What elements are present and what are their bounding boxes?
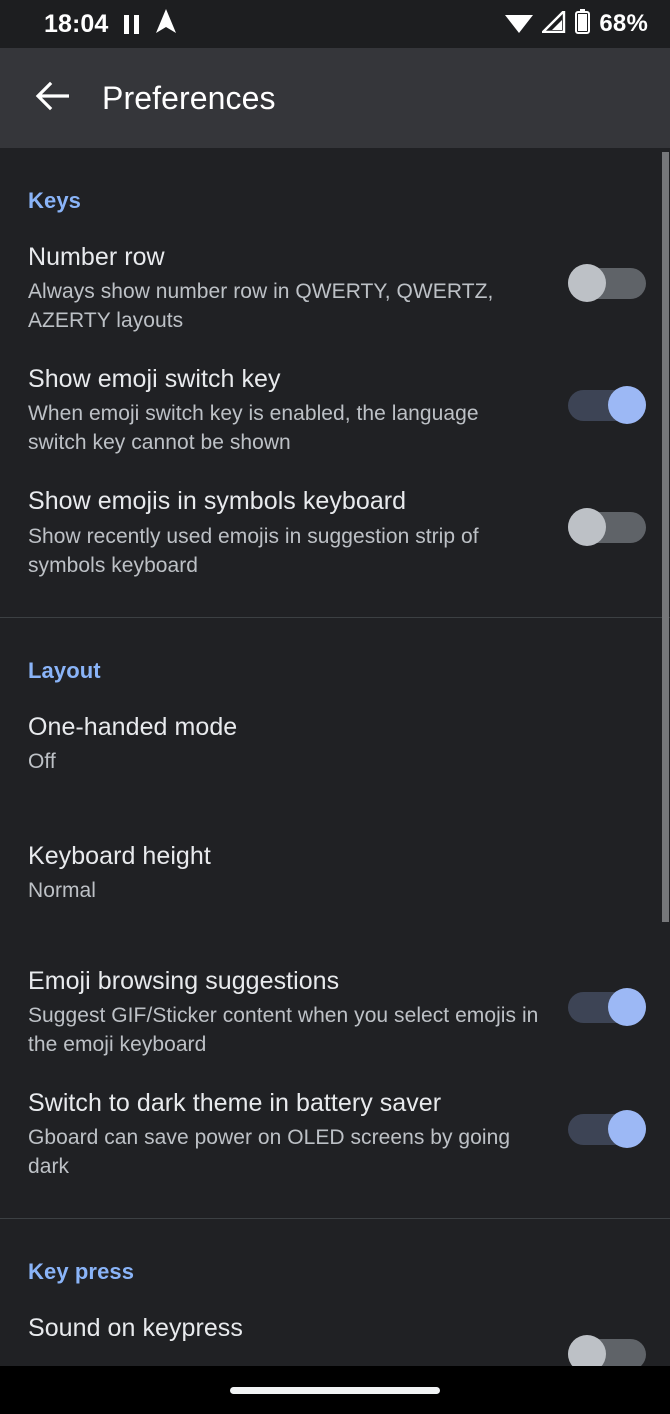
pref-summary: Show recently used emojis in suggestion … bbox=[28, 524, 479, 577]
toggle-thumb bbox=[608, 1110, 646, 1149]
pref-title: Switch to dark theme in battery saver bbox=[28, 1089, 442, 1118]
status-bar-right: 68% bbox=[505, 7, 648, 39]
pref-title: Number row bbox=[28, 243, 165, 271]
pref-text: Switch to dark theme in battery saver Gb… bbox=[28, 1088, 554, 1182]
navigation-arrow-icon bbox=[155, 9, 177, 39]
toggle-thumb bbox=[568, 264, 606, 302]
pref-summary: Suggest GIF/Sticker content when you sel… bbox=[28, 1004, 539, 1057]
pref-control bbox=[554, 1088, 646, 1149]
pref-row-show-emojis-in-symbols-keyboard[interactable]: Show emojis in symbols keyboard Show rec… bbox=[0, 458, 670, 580]
pref-text: Number row Always show number row in QWE… bbox=[28, 242, 554, 336]
toggle-show-emoji-switch-key[interactable] bbox=[568, 386, 646, 425]
pref-summary: Gboard can save power on OLED screens by… bbox=[28, 1126, 511, 1179]
toggle-thumb bbox=[608, 988, 646, 1026]
scrollbar-thumb[interactable] bbox=[662, 152, 669, 922]
phone-screen: 18:04 68% Preferences Keys Number row Al… bbox=[0, 0, 670, 1414]
pref-title: Show emojis in symbols keyboard bbox=[28, 487, 407, 516]
pref-title: Emoji browsing suggestions bbox=[28, 967, 340, 995]
wifi-icon bbox=[505, 11, 534, 38]
pref-control bbox=[554, 486, 646, 547]
page-title: Preferences bbox=[102, 79, 276, 116]
status-bar-clock: 18:04 bbox=[44, 9, 109, 38]
section-header-layout: Layout bbox=[28, 657, 101, 683]
pref-text: Show emoji switch key When emoji switch … bbox=[28, 364, 554, 458]
pref-summary: When emoji switch key is enabled, the la… bbox=[28, 402, 479, 455]
pref-control bbox=[554, 841, 646, 863]
section-header-key-press: Key press bbox=[28, 1259, 135, 1285]
battery-percent-label: 68% bbox=[599, 10, 648, 37]
arrow-back-icon bbox=[35, 81, 70, 116]
pref-row-show-emoji-switch-key[interactable]: Show emoji switch key When emoji switch … bbox=[0, 336, 670, 458]
pref-text: Show emojis in symbols keyboard Show rec… bbox=[28, 486, 554, 580]
pref-control bbox=[554, 1313, 646, 1374]
battery-icon bbox=[575, 9, 591, 39]
pref-title: One-handed mode bbox=[28, 712, 238, 741]
status-bar: 18:04 68% bbox=[0, 0, 670, 48]
toggle-thumb bbox=[608, 386, 646, 425]
pref-title: Show emoji switch key bbox=[28, 365, 281, 394]
pref-text: Sound on keypress bbox=[28, 1313, 554, 1344]
status-bar-left: 18:04 bbox=[44, 9, 177, 39]
pref-row-switch-to-dark-theme-in-battery-saver[interactable]: Switch to dark theme in battery saver Gb… bbox=[0, 1060, 670, 1182]
pref-title: Sound on keypress bbox=[28, 1314, 243, 1343]
pref-control bbox=[554, 966, 646, 1026]
section-layout: Layout One-handed mode Off Keyboard heig… bbox=[0, 618, 670, 1220]
pref-control bbox=[554, 712, 646, 734]
back-button[interactable] bbox=[28, 74, 76, 122]
toggle-show-emojis-in-symbols-keyboard[interactable] bbox=[568, 508, 646, 547]
pref-text: Emoji browsing suggestions Suggest GIF/S… bbox=[28, 966, 554, 1060]
pref-control bbox=[554, 242, 646, 302]
pref-text: One-handed mode Off bbox=[28, 712, 554, 777]
section-keys: Keys Number row Always show number row i… bbox=[0, 148, 670, 618]
pref-row-keyboard-height[interactable]: Keyboard height Normal bbox=[0, 813, 670, 906]
app-bar: Preferences bbox=[0, 48, 670, 148]
toggle-number-row[interactable] bbox=[568, 264, 646, 302]
gesture-home-pill[interactable] bbox=[230, 1386, 440, 1394]
scrollbar-track[interactable] bbox=[662, 148, 670, 1400]
toggle-emoji-browsing-suggestions[interactable] bbox=[568, 988, 646, 1026]
pref-control bbox=[554, 364, 646, 425]
pref-row-sound-on-keypress[interactable]: Sound on keypress bbox=[0, 1285, 670, 1374]
preferences-list[interactable]: Keys Number row Always show number row i… bbox=[0, 148, 670, 1400]
pref-text: Keyboard height Normal bbox=[28, 841, 554, 906]
pause-icon bbox=[124, 14, 140, 34]
section-header-keys: Keys bbox=[28, 188, 81, 213]
pref-row-number-row[interactable]: Number row Always show number row in QWE… bbox=[0, 214, 670, 336]
pref-summary: Always show number row in QWERTY, QWERTZ… bbox=[28, 280, 494, 333]
pref-row-one-handed-mode[interactable]: One-handed mode Off bbox=[0, 684, 670, 777]
pref-row-emoji-browsing-suggestions[interactable]: Emoji browsing suggestions Suggest GIF/S… bbox=[0, 938, 670, 1060]
section-key-press: Key press Sound on keypress bbox=[0, 1219, 670, 1374]
toggle-switch-to-dark-theme-in-battery-saver[interactable] bbox=[568, 1110, 646, 1149]
pref-summary: Off bbox=[28, 749, 56, 773]
pref-title: Keyboard height bbox=[28, 841, 211, 870]
navigation-bar bbox=[0, 1366, 670, 1414]
pref-summary: Normal bbox=[28, 879, 96, 903]
cellular-signal-icon bbox=[540, 7, 566, 38]
